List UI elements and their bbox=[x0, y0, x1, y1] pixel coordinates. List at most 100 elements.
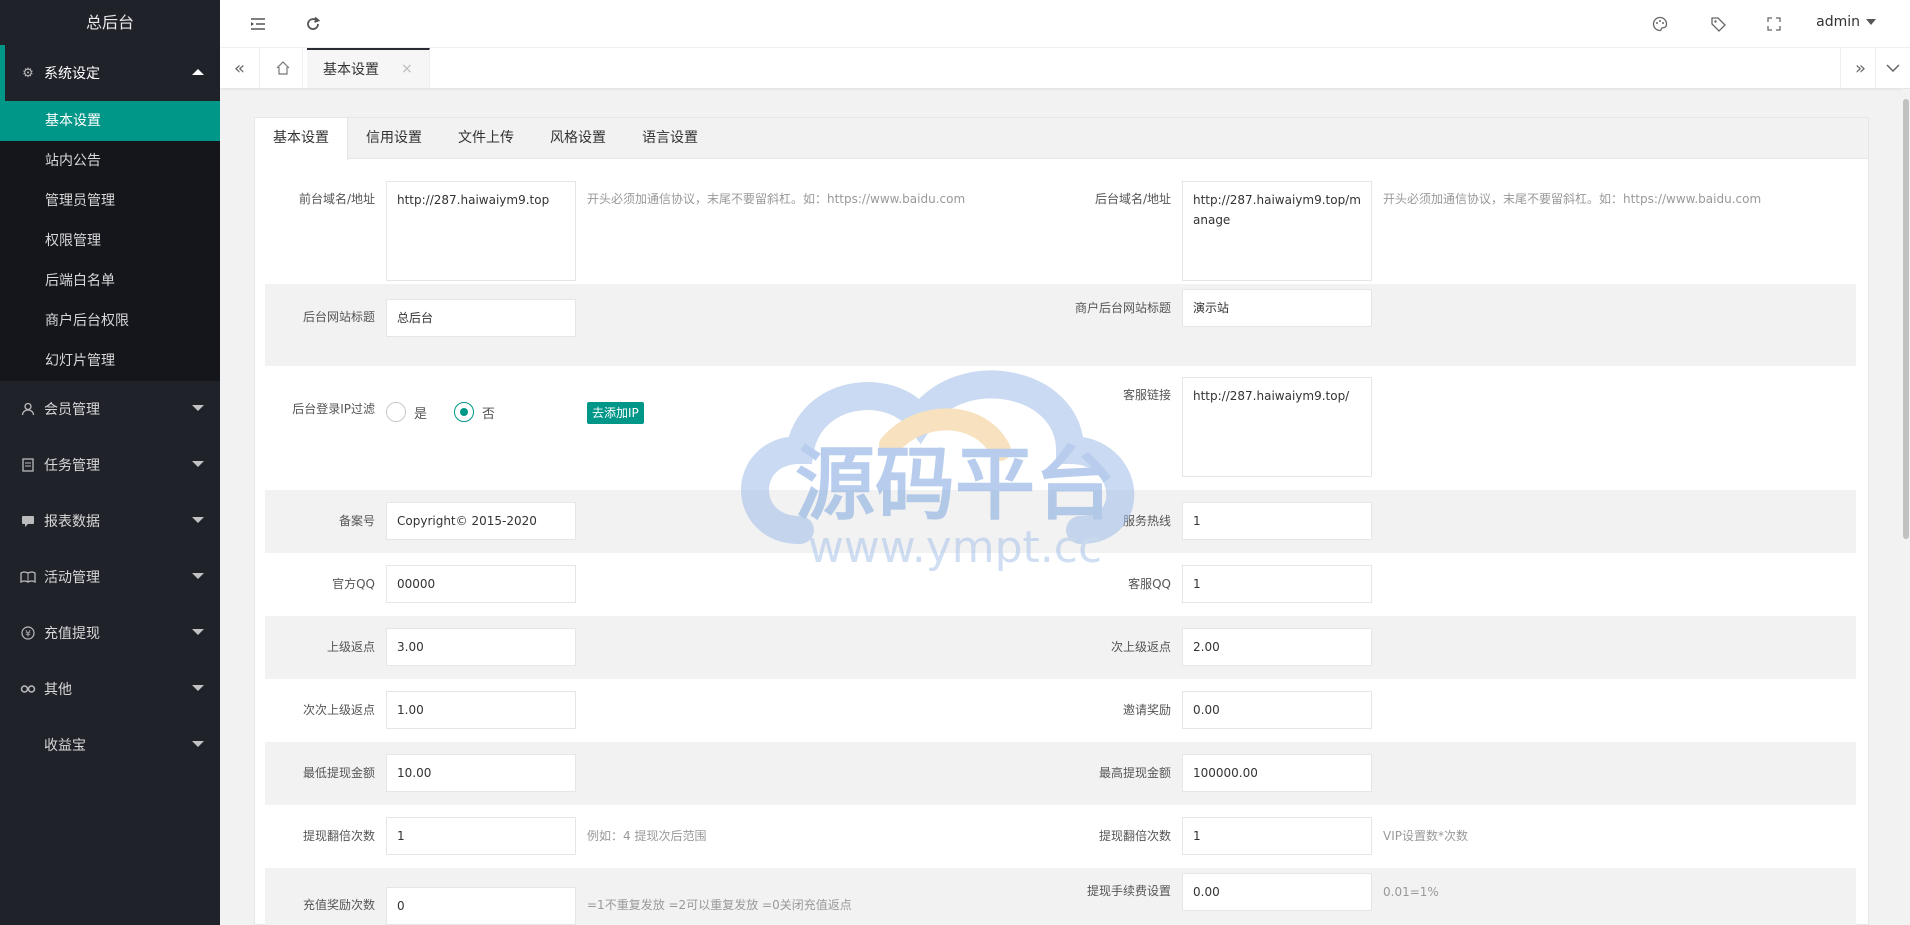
chevron-down-icon bbox=[192, 685, 204, 691]
tab-basic[interactable]: 基本设置 bbox=[255, 118, 348, 160]
recharge-reward-input[interactable]: 0 bbox=[386, 887, 576, 925]
sidebar-group-label: 活动管理 bbox=[44, 570, 100, 586]
svg-text:¥: ¥ bbox=[25, 630, 31, 640]
sidebar: 总后台 ⚙ 系统设定 基本设置 站内公告 管理员管理 权限管理 后端白名单 商户… bbox=[0, 0, 220, 925]
icp-input[interactable]: Copyright© 2015-2020 bbox=[386, 502, 576, 540]
sidebar-group-members[interactable]: 会员管理 bbox=[0, 381, 220, 437]
sidebar-item-merchant-permissions[interactable]: 商户后台权限 bbox=[0, 301, 220, 341]
scrollbar[interactable] bbox=[1902, 89, 1910, 925]
field-label: 邀请奖励 bbox=[1122, 703, 1171, 717]
upper-rebate-input[interactable]: 3.00 bbox=[386, 628, 576, 666]
sidebar-group-label: 报表数据 bbox=[44, 514, 100, 530]
sidebar-group-recharge-withdraw[interactable]: ¥ 充值提现 bbox=[0, 605, 220, 661]
form-row: 备案号 Copyright© 2015-2020 服务热线 1 bbox=[265, 490, 1856, 553]
tab-style[interactable]: 风格设置 bbox=[532, 118, 624, 159]
admin-title-input[interactable]: 总后台 bbox=[386, 299, 576, 337]
radio-yes[interactable]: 是 bbox=[386, 402, 427, 422]
official-qq-input[interactable]: 00000 bbox=[386, 565, 576, 603]
radio-circle bbox=[386, 402, 406, 422]
max-withdraw-input[interactable]: 100000.00 bbox=[1182, 754, 1372, 792]
home-icon[interactable] bbox=[263, 48, 303, 88]
hotline-input[interactable]: 1 bbox=[1182, 502, 1372, 540]
form-row: 前台域名/地址 http://287.haiwaiym9.top 开头必须加通信… bbox=[265, 160, 1856, 284]
chevron-up-icon bbox=[192, 69, 204, 75]
refresh-icon[interactable] bbox=[303, 14, 323, 34]
sidebar-item-whitelist[interactable]: 后端白名单 bbox=[0, 261, 220, 301]
field-label: 客服QQ bbox=[1128, 577, 1171, 591]
field-label: 后台域名/地址 bbox=[1094, 192, 1171, 206]
tab-credit[interactable]: 信用设置 bbox=[348, 118, 440, 159]
merchant-title-input[interactable]: 演示站 bbox=[1182, 289, 1372, 327]
form-row: 后台网站标题 总后台 商户后台网站标题 演示站 bbox=[265, 284, 1856, 366]
radio-no[interactable]: 否 bbox=[454, 402, 495, 422]
chevron-down-icon bbox=[192, 517, 204, 523]
radio-circle-checked bbox=[454, 402, 474, 422]
field-label: 提现手续费设置 bbox=[1086, 884, 1171, 898]
service-qq-input[interactable]: 1 bbox=[1182, 565, 1372, 603]
min-withdraw-input[interactable]: 10.00 bbox=[386, 754, 576, 792]
field-hint: =1不重复发放 =2可以重复发放 =0关闭充值返点 bbox=[587, 898, 852, 912]
sidebar-item-announcements[interactable]: 站内公告 bbox=[0, 141, 220, 181]
field-hint: 开头必须加通信协议，末尾不要留斜杠。如：https://www.baidu.co… bbox=[1383, 192, 1762, 206]
sidebar-group-reports[interactable]: 报表数据 bbox=[0, 493, 220, 549]
user-menu[interactable]: admin bbox=[1816, 14, 1876, 30]
withdraw-double-input[interactable]: 1 bbox=[386, 817, 576, 855]
sidebar-group-other[interactable]: 其他 bbox=[0, 661, 220, 717]
field-label: 次上级返点 bbox=[1110, 640, 1171, 654]
backend-domain-textarea[interactable]: http://287.haiwaiym9.top/manage bbox=[1182, 181, 1372, 281]
chevron-down-icon bbox=[192, 629, 204, 635]
sidebar-group-tasks[interactable]: 任务管理 bbox=[0, 437, 220, 493]
scrollbar-thumb[interactable] bbox=[1903, 99, 1909, 539]
form-row: 官方QQ 00000 客服QQ 1 bbox=[265, 553, 1856, 616]
palette-icon[interactable] bbox=[1650, 14, 1670, 34]
sidebar-group-yield[interactable]: 收益宝 bbox=[0, 717, 220, 773]
chevron-down-icon bbox=[192, 573, 204, 579]
field-label: 充值奖励次数 bbox=[302, 898, 375, 912]
scroll-left-icon[interactable]: « bbox=[220, 48, 260, 88]
sidebar-group-system-settings[interactable]: ⚙ 系统设定 bbox=[0, 45, 220, 101]
gear-icon: ⚙ bbox=[22, 65, 34, 81]
document-icon bbox=[20, 457, 36, 473]
service-link-textarea[interactable]: http://287.haiwaiym9.top/ bbox=[1182, 377, 1372, 477]
withdraw-fee-input[interactable]: 0.00 bbox=[1182, 873, 1372, 911]
scroll-right-icon[interactable]: » bbox=[1840, 48, 1880, 88]
tag-icon[interactable] bbox=[1708, 14, 1728, 34]
field-label: 提现翻倍次数 bbox=[302, 829, 375, 843]
second-rebate-input[interactable]: 2.00 bbox=[1182, 628, 1372, 666]
settings-card: 基本设置 信用设置 文件上传 风格设置 语言设置 前台域名/地址 http://… bbox=[254, 117, 1869, 925]
sidebar-item-permissions[interactable]: 权限管理 bbox=[0, 221, 220, 261]
field-label: 服务热线 bbox=[1122, 514, 1171, 528]
frontend-domain-textarea[interactable]: http://287.haiwaiym9.top bbox=[386, 181, 576, 281]
sidebar-group-activities[interactable]: 活动管理 bbox=[0, 549, 220, 605]
chevron-down-icon bbox=[192, 461, 204, 467]
tab-file-upload[interactable]: 文件上传 bbox=[440, 118, 532, 159]
sidebar-submenu: 基本设置 站内公告 管理员管理 权限管理 后端白名单 商户后台权限 幻灯片管理 bbox=[0, 101, 220, 381]
caret-down-icon bbox=[1866, 19, 1876, 25]
sidebar-item-basic-settings[interactable]: 基本设置 bbox=[0, 101, 220, 141]
tab-language[interactable]: 语言设置 bbox=[624, 118, 716, 159]
form-row: 提现翻倍次数 1 例如：4 提现次后范围 提现翻倍次数 1 VIP设置数*次数 bbox=[265, 805, 1856, 868]
field-hint: VIP设置数*次数 bbox=[1383, 829, 1468, 843]
form-row: 充值奖励次数 0 =1不重复发放 =2可以重复发放 =0关闭充值返点 提现手续费… bbox=[265, 868, 1856, 925]
radio-label: 否 bbox=[482, 406, 496, 422]
fullscreen-icon[interactable] bbox=[1764, 14, 1784, 34]
tab-basic-settings[interactable]: 基本设置 × bbox=[307, 48, 430, 88]
sidebar-item-slides[interactable]: 幻灯片管理 bbox=[0, 341, 220, 381]
sidebar-group-label: 充值提现 bbox=[44, 626, 100, 642]
app-root: 总后台 ⚙ 系统设定 基本设置 站内公告 管理员管理 权限管理 后端白名单 商户… bbox=[0, 0, 1910, 925]
sidebar-item-admin-management[interactable]: 管理员管理 bbox=[0, 181, 220, 221]
radio-label: 是 bbox=[414, 406, 428, 422]
close-icon[interactable]: × bbox=[401, 61, 413, 77]
chevron-down-icon[interactable] bbox=[1875, 48, 1910, 88]
field-label: 最高提现金额 bbox=[1098, 766, 1171, 780]
field-label: 商户后台网站标题 bbox=[1074, 301, 1171, 315]
invite-reward-input[interactable]: 0.00 bbox=[1182, 691, 1372, 729]
withdraw-double-vip-input[interactable]: 1 bbox=[1182, 817, 1372, 855]
collapse-menu-icon[interactable] bbox=[248, 14, 268, 34]
add-ip-button[interactable]: 去添加IP bbox=[587, 402, 644, 424]
form-row: 最低提现金额 10.00 最高提现金额 100000.00 bbox=[265, 742, 1856, 805]
page-tabs-bar: « 基本设置 × » bbox=[220, 48, 1910, 89]
field-label: 客服链接 bbox=[1122, 388, 1171, 402]
third-rebate-input[interactable]: 1.00 bbox=[386, 691, 576, 729]
form-row: 上级返点 3.00 次上级返点 2.00 bbox=[265, 616, 1856, 679]
